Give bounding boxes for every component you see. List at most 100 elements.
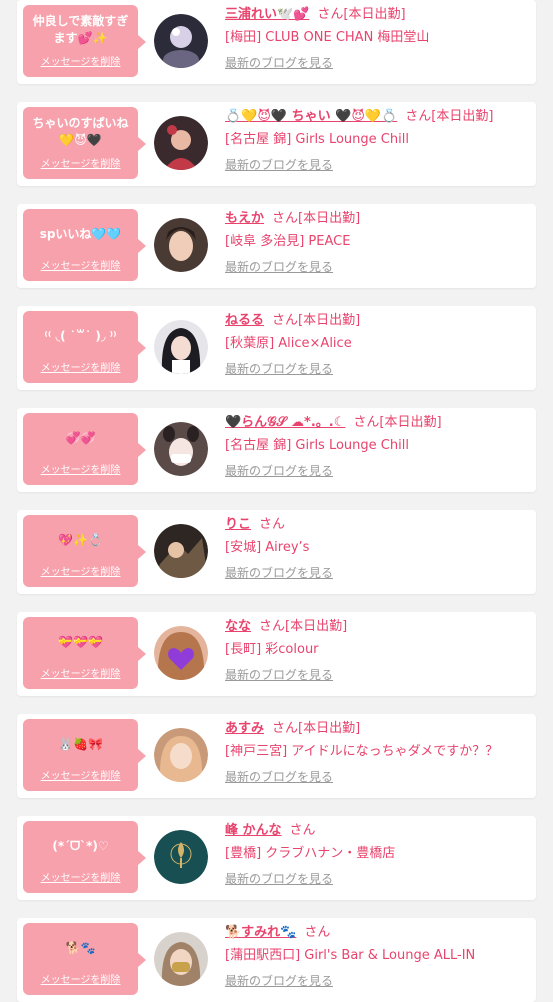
avatar[interactable] bbox=[154, 14, 208, 68]
cast-name-link[interactable]: ねるる bbox=[225, 313, 264, 328]
status-badge: [本日出勤] bbox=[379, 415, 442, 430]
cast-info: 🐕すみれ🐾 さん [蒲田駅西口] Girl's Bar & Lounge ALL-… bbox=[225, 923, 530, 989]
latest-blog-link[interactable]: 最新のブログを見る bbox=[225, 768, 333, 785]
shop-name: [名古屋 錦] Girls Lounge Chill bbox=[225, 438, 409, 453]
message-text: 💖✨💍 bbox=[58, 532, 103, 547]
cast-name-link[interactable]: 🖤らん𝒢𝒮 ☁︎*.。.☾ bbox=[225, 415, 345, 430]
avatar[interactable] bbox=[154, 320, 208, 374]
cast-info: りこ さん [安城] Airey’s 最新のブログを見る bbox=[225, 515, 530, 581]
message-text: 仲良しで素敵すぎます💕✨ bbox=[32, 14, 129, 45]
status-badge: [本日出勤] bbox=[298, 211, 361, 226]
shop-name: [梅田] CLUB ONE CHAN 梅田堂山 bbox=[225, 30, 430, 45]
shop-name: [豊橋] クラブハナン・豊橋店 bbox=[225, 846, 396, 861]
cast-info: 峰 かんな さん [豊橋] クラブハナン・豊橋店 最新のブログを見る bbox=[225, 821, 530, 887]
honorific: さん bbox=[272, 721, 299, 736]
status-badge: [本日出勤] bbox=[298, 313, 361, 328]
cast-name-link[interactable]: あすみ bbox=[225, 721, 264, 736]
message-bubble: 🐕🐾 メッセージを削除 bbox=[23, 923, 146, 995]
honorific: さん bbox=[353, 415, 380, 430]
avatar[interactable] bbox=[154, 626, 208, 680]
cast-info: 💍💛😈🖤 ちゃい 🖤😈💛💍 さん[本日出勤] [名古屋 錦] Girls Loun… bbox=[225, 107, 530, 173]
message-bubble: ⁽⁽ ◟( ˙꒳˙ )◞ ⁾⁾ メッセージを削除 bbox=[23, 311, 146, 383]
honorific: さん bbox=[259, 619, 286, 634]
cast-name-link[interactable]: りこ bbox=[225, 517, 251, 532]
avatar[interactable] bbox=[154, 932, 208, 986]
shop-name: [岐阜 多治見] PEACE bbox=[225, 234, 351, 249]
avatar[interactable] bbox=[154, 524, 208, 578]
message-text: 🐰🍓🎀 bbox=[58, 736, 103, 751]
latest-blog-link[interactable]: 最新のブログを見る bbox=[225, 258, 333, 275]
cast-name-link[interactable]: もえか bbox=[225, 211, 264, 226]
cast-info: あすみ さん[本日出勤] [神戸三宮] アイドルになっちゃダメですか？？ 最新のブ… bbox=[225, 719, 530, 785]
cast-info: なな さん[本日出勤] [長町] 彩colour 最新のブログを見る bbox=[225, 617, 530, 683]
list-item: ⁽⁽ ◟( ˙꒳˙ )◞ ⁾⁾ メッセージを削除 ねるる さん[本日出勤] [秋葉… bbox=[17, 306, 536, 390]
honorific: さん bbox=[272, 211, 299, 226]
shop-name: [名古屋 錦] Girls Lounge Chill bbox=[225, 132, 409, 147]
delete-message-link[interactable]: メッセージを削除 bbox=[41, 257, 121, 272]
latest-blog-link[interactable]: 最新のブログを見る bbox=[225, 360, 333, 377]
shop-name: [秋葉原] Alice×Alice bbox=[225, 336, 352, 351]
cast-name-link[interactable]: 💍💛😈🖤 ちゃい 🖤😈💛💍 bbox=[225, 109, 397, 124]
message-bubble: 💞💞 メッセージを削除 bbox=[23, 413, 146, 485]
cast-info: 三浦れい🕊️💕 さん[本日出勤] [梅田] CLUB ONE CHAN 梅田堂山 … bbox=[225, 5, 530, 71]
delete-message-link[interactable]: メッセージを削除 bbox=[41, 563, 121, 578]
list-item: 💝💝💝 メッセージを削除 なな さん[本日出勤] [長町] 彩colour 最新の… bbox=[17, 612, 536, 696]
avatar[interactable] bbox=[154, 422, 208, 476]
cast-info: ねるる さん[本日出勤] [秋葉原] Alice×Alice 最新のブログを見る bbox=[225, 311, 530, 377]
avatar[interactable] bbox=[154, 830, 208, 884]
shop-name: [蒲田駅西口] Girl's Bar & Lounge ALL-IN bbox=[225, 948, 476, 963]
status-badge: [本日出勤] bbox=[431, 109, 494, 124]
list-item: (*ˊᗜˋ*)♡ メッセージを削除 峰 かんな さん [豊橋] クラブハナン・豊橋… bbox=[17, 816, 536, 900]
avatar[interactable] bbox=[154, 728, 208, 782]
message-bubble: spいいね🩵🩵 メッセージを削除 bbox=[23, 209, 146, 281]
honorific: さん bbox=[405, 109, 432, 124]
message-bubble: 💝💝💝 メッセージを削除 bbox=[23, 617, 146, 689]
delete-message-link[interactable]: メッセージを削除 bbox=[41, 461, 121, 476]
shop-name: [安城] Airey’s bbox=[225, 540, 310, 555]
message-text: ちゃいのすぱいね💛😈🖤 bbox=[32, 116, 129, 147]
message-text: (*ˊᗜˋ*)♡ bbox=[52, 838, 109, 853]
honorific: さん bbox=[259, 517, 286, 532]
message-bubble: ちゃいのすぱいね💛😈🖤 メッセージを削除 bbox=[23, 107, 146, 179]
list-item: 💖✨💍 メッセージを削除 りこ さん [安城] Airey’s 最新のブログを見る bbox=[17, 510, 536, 594]
latest-blog-link[interactable]: 最新のブログを見る bbox=[225, 870, 333, 887]
delete-message-link[interactable]: メッセージを削除 bbox=[41, 971, 121, 986]
message-bubble: (*ˊᗜˋ*)♡ メッセージを削除 bbox=[23, 821, 146, 893]
honorific: さん bbox=[289, 823, 316, 838]
latest-blog-link[interactable]: 最新のブログを見る bbox=[225, 972, 333, 989]
shop-name: [神戸三宮] アイドルになっちゃダメですか？？ bbox=[225, 744, 499, 759]
honorific: さん bbox=[317, 7, 344, 22]
message-text: ⁽⁽ ◟( ˙꒳˙ )◞ ⁾⁾ bbox=[44, 328, 117, 343]
cast-name-link[interactable]: 三浦れい🕊️💕 bbox=[225, 7, 309, 22]
delete-message-link[interactable]: メッセージを削除 bbox=[41, 359, 121, 374]
latest-blog-link[interactable]: 最新のブログを見る bbox=[225, 54, 333, 71]
latest-blog-link[interactable]: 最新のブログを見る bbox=[225, 156, 333, 173]
latest-blog-link[interactable]: 最新のブログを見る bbox=[225, 564, 333, 581]
delete-message-link[interactable]: メッセージを削除 bbox=[41, 665, 121, 680]
message-text: 💝💝💝 bbox=[58, 634, 103, 649]
avatar[interactable] bbox=[154, 116, 208, 170]
list-item: 💞💞 メッセージを削除 🖤らん𝒢𝒮 ☁︎*.。.☾ さん[本日出勤] [名古屋 錦… bbox=[17, 408, 536, 492]
message-bubble: 🐰🍓🎀 メッセージを削除 bbox=[23, 719, 146, 791]
honorific: さん bbox=[304, 925, 331, 940]
honorific: さん bbox=[272, 313, 299, 328]
delete-message-link[interactable]: メッセージを削除 bbox=[41, 53, 121, 68]
status-badge: [本日出勤] bbox=[343, 7, 406, 22]
message-text: 🐕🐾 bbox=[65, 940, 96, 955]
delete-message-link[interactable]: メッセージを削除 bbox=[41, 155, 121, 170]
latest-blog-link[interactable]: 最新のブログを見る bbox=[225, 462, 333, 479]
delete-message-link[interactable]: メッセージを削除 bbox=[41, 869, 121, 884]
cast-name-link[interactable]: なな bbox=[225, 619, 251, 634]
delete-message-link[interactable]: メッセージを削除 bbox=[41, 767, 121, 782]
list-item: spいいね🩵🩵 メッセージを削除 もえか さん[本日出勤] [岐阜 多治見] PE… bbox=[17, 204, 536, 288]
latest-blog-link[interactable]: 最新のブログを見る bbox=[225, 666, 333, 683]
shop-name: [長町] 彩colour bbox=[225, 642, 319, 657]
status-badge: [本日出勤] bbox=[298, 721, 361, 736]
list-item: 仲良しで素敵すぎます💕✨ メッセージを削除 三浦れい🕊️💕 さん[本日出勤] [梅… bbox=[17, 0, 536, 84]
cast-info: 🖤らん𝒢𝒮 ☁︎*.。.☾ さん[本日出勤] [名古屋 錦] Girls Loun… bbox=[225, 413, 530, 479]
cast-name-link[interactable]: 🐕すみれ🐾 bbox=[225, 925, 296, 940]
list-item: 🐕🐾 メッセージを削除 🐕すみれ🐾 さん [蒲田駅西口] Girl's Bar &… bbox=[17, 918, 536, 1002]
avatar[interactable] bbox=[154, 218, 208, 272]
status-badge: [本日出勤] bbox=[285, 619, 348, 634]
cast-name-link[interactable]: 峰 かんな bbox=[225, 823, 282, 838]
